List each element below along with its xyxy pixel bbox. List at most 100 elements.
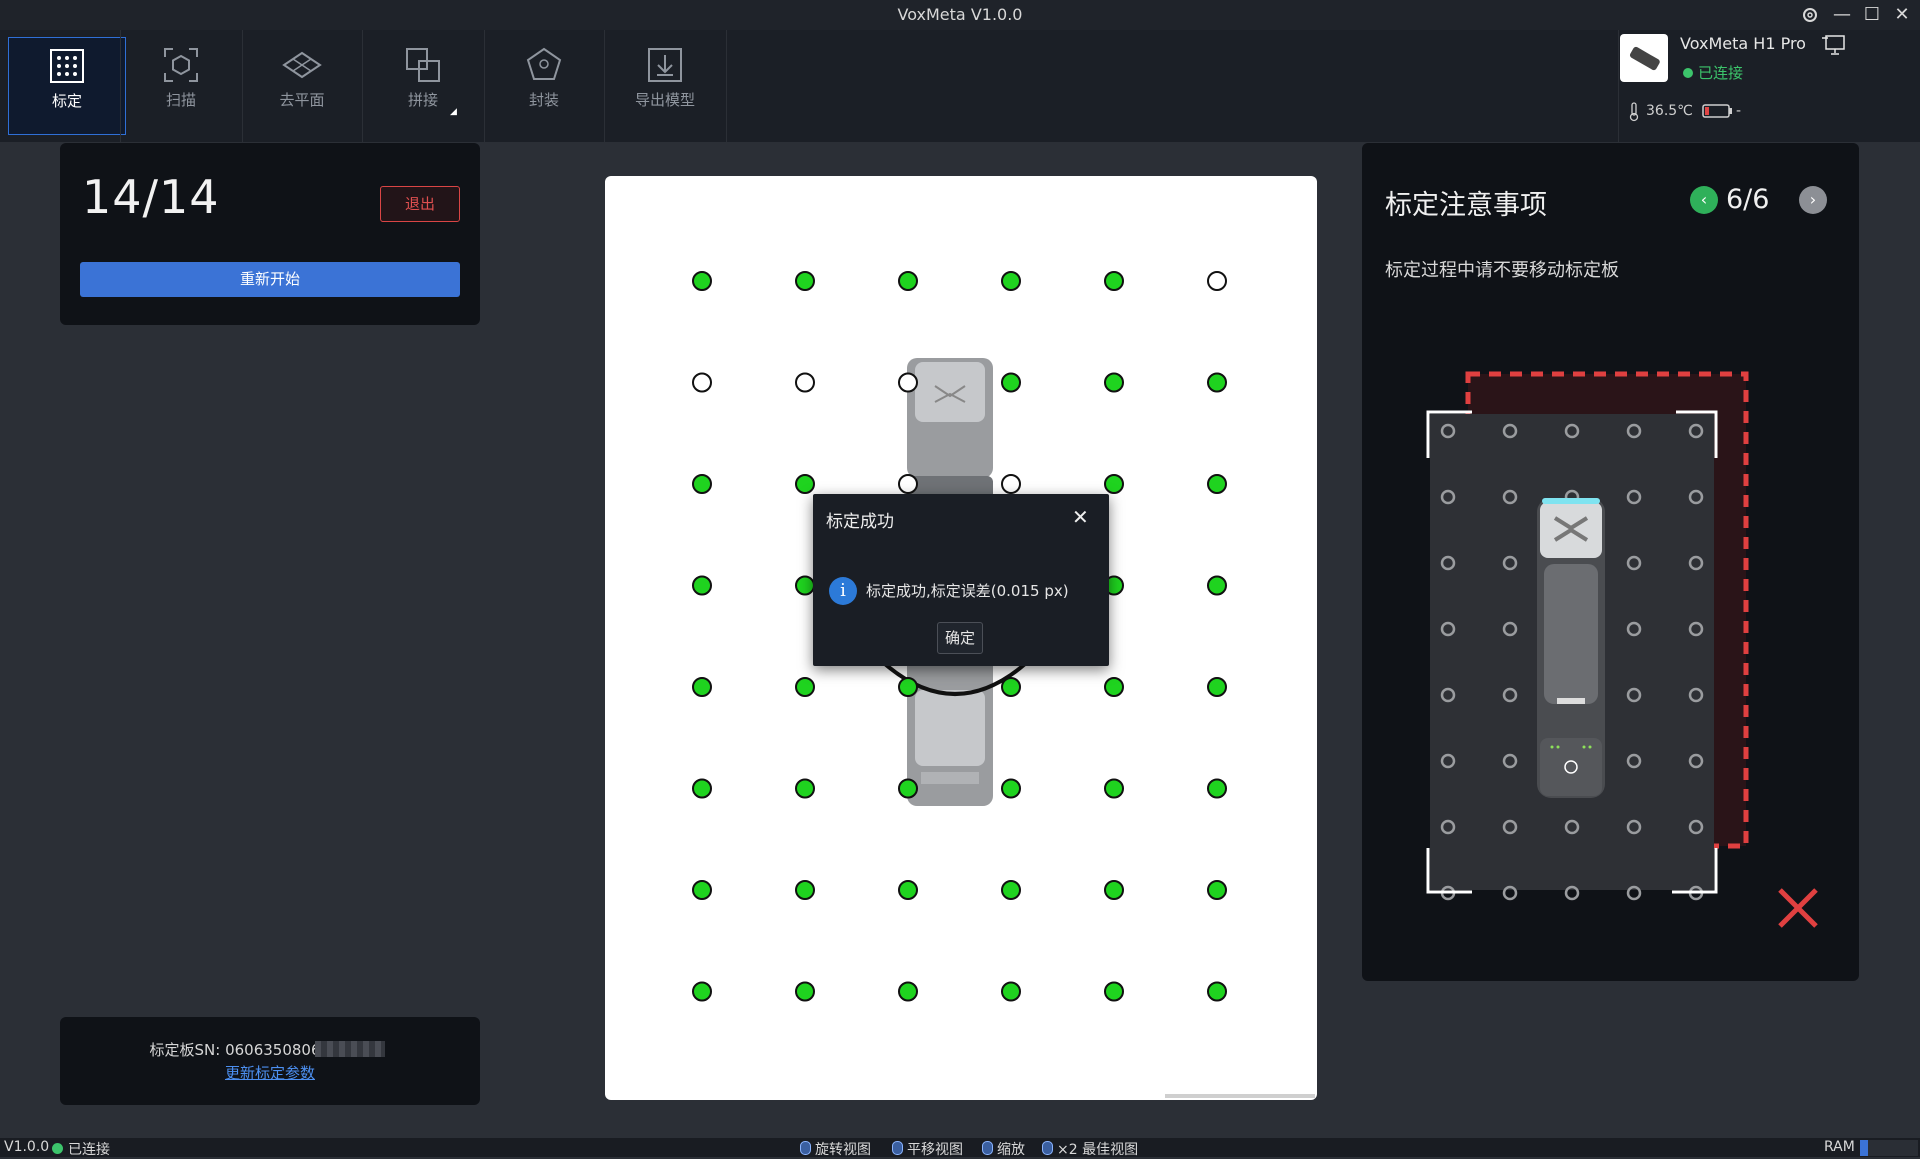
tool-remove-plane[interactable]: 去平面 bbox=[243, 37, 361, 135]
detected-dot bbox=[795, 575, 815, 596]
notes-prev-button[interactable]: ‹ bbox=[1690, 186, 1718, 214]
undetected-dot bbox=[692, 372, 712, 393]
minimize-icon[interactable]: — bbox=[1830, 3, 1854, 27]
export-icon bbox=[648, 48, 682, 82]
plane-icon bbox=[282, 51, 322, 79]
detected-dot bbox=[1207, 677, 1227, 697]
notes-next-button[interactable]: › bbox=[1799, 186, 1827, 214]
detected-dot bbox=[898, 880, 918, 900]
detected-dot bbox=[1207, 575, 1227, 596]
hint-zoom: 缩放 bbox=[982, 1139, 1025, 1159]
device-panel-divider bbox=[1618, 30, 1619, 142]
detected-dot bbox=[1001, 981, 1021, 1002]
device-battery: - bbox=[1736, 103, 1742, 119]
encapsulate-icon bbox=[526, 47, 562, 80]
settings-icon[interactable] bbox=[1798, 3, 1822, 27]
undetected-dot bbox=[898, 372, 918, 393]
detected-dot bbox=[1207, 880, 1227, 900]
update-calibration-link[interactable]: 更新标定参数 bbox=[60, 1062, 480, 1083]
detected-dot bbox=[1001, 778, 1021, 799]
detected-dot bbox=[898, 271, 918, 291]
status-connection: 已连接 bbox=[68, 1142, 110, 1158]
dialog-message: 标定成功,标定误差(0.015 px) bbox=[866, 582, 1069, 600]
detected-dot bbox=[1104, 474, 1124, 494]
sn-redaction-mask bbox=[315, 1041, 385, 1057]
detected-dot bbox=[795, 880, 815, 900]
detected-dot bbox=[692, 778, 712, 799]
detected-dot bbox=[1104, 778, 1124, 799]
detected-dot bbox=[1104, 677, 1124, 697]
tool-scan[interactable]: 扫描 bbox=[122, 37, 240, 135]
mouse-left-icon bbox=[800, 1141, 811, 1155]
detected-dot bbox=[692, 677, 712, 697]
detected-dot bbox=[692, 981, 712, 1002]
detected-dot bbox=[1104, 981, 1124, 1002]
detected-dot bbox=[795, 778, 815, 799]
detected-dot bbox=[1104, 372, 1124, 393]
toolbar-divider bbox=[362, 30, 363, 142]
hint-pan-label: 平移视图 bbox=[907, 1142, 963, 1158]
tool-stitch-label: 拼接 bbox=[407, 91, 438, 109]
dialog-close-icon[interactable]: ✕ bbox=[1072, 505, 1089, 529]
hint-pan: 平移视图 bbox=[892, 1139, 963, 1159]
tool-stitch[interactable]: 拼接 ◢ bbox=[364, 37, 482, 135]
detected-dot bbox=[795, 474, 815, 494]
maximize-icon[interactable]: ☐ bbox=[1860, 3, 1884, 27]
dialog-ok-button[interactable]: 确定 bbox=[937, 622, 983, 654]
tool-calibrate[interactable]: 标定 bbox=[8, 37, 126, 135]
toolbar-divider bbox=[120, 30, 121, 142]
stitch-icon bbox=[406, 48, 440, 82]
detected-dot bbox=[795, 981, 815, 1002]
hint-zoom-label: 缩放 bbox=[997, 1142, 1025, 1158]
toolbar-divider bbox=[604, 30, 605, 142]
chevron-left-icon: ‹ bbox=[1700, 190, 1708, 209]
dialog-title: 标定成功 bbox=[826, 512, 894, 532]
ram-usage-bar bbox=[1860, 1140, 1918, 1156]
detected-dot bbox=[795, 677, 815, 697]
detected-dot bbox=[1207, 372, 1227, 393]
chevron-right-icon: › bbox=[1809, 190, 1817, 209]
undetected-dot bbox=[1001, 474, 1021, 494]
detected-dot bbox=[692, 880, 712, 900]
notes-page-indicator: 6/6 bbox=[1726, 184, 1770, 215]
detected-dot bbox=[1207, 981, 1227, 1002]
notes-text: 标定过程中请不要移动标定板 bbox=[1385, 260, 1619, 281]
battery-icon bbox=[1702, 103, 1734, 123]
hint-rotate-label: 旋转视图 bbox=[815, 1142, 871, 1158]
scan-icon bbox=[164, 48, 198, 82]
status-version: V1.0.0 bbox=[4, 1139, 50, 1155]
board-sn-panel bbox=[60, 1017, 480, 1105]
detected-dot bbox=[1104, 880, 1124, 900]
board-scrollbar[interactable] bbox=[1165, 1094, 1315, 1098]
detected-dot bbox=[1001, 372, 1021, 393]
thermometer-icon bbox=[1628, 102, 1640, 126]
restart-button[interactable]: 重新开始 bbox=[80, 262, 460, 297]
dropdown-arrow-icon: ◢ bbox=[450, 107, 457, 117]
board-sn-value: 标定板SN: 0606350806 bbox=[149, 1041, 321, 1059]
exit-button[interactable]: 退出 bbox=[380, 186, 460, 222]
detected-dot bbox=[1207, 778, 1227, 799]
hint-best-view: ×2 最佳视图 bbox=[1042, 1139, 1138, 1159]
info-icon: i bbox=[829, 577, 857, 605]
detected-dot bbox=[898, 778, 918, 799]
tool-encapsulate[interactable]: 封装 bbox=[485, 37, 603, 135]
detected-dot bbox=[692, 575, 712, 596]
detected-dot bbox=[898, 677, 918, 697]
calibration-progress-count: 14/14 bbox=[82, 170, 220, 224]
status-connection-dot bbox=[52, 1143, 63, 1154]
tool-export-model[interactable]: 导出模型 bbox=[606, 37, 724, 135]
detected-dot bbox=[1001, 880, 1021, 900]
tool-remove-plane-label: 去平面 bbox=[279, 91, 325, 109]
device-connection-icon[interactable] bbox=[1820, 34, 1846, 60]
detected-dot bbox=[692, 474, 712, 494]
detected-dot bbox=[1207, 474, 1227, 494]
toolbar-divider bbox=[726, 30, 727, 142]
device-temperature: 36.5℃ bbox=[1646, 103, 1693, 119]
mouse-scroll-icon bbox=[982, 1141, 993, 1155]
close-window-icon[interactable]: ✕ bbox=[1890, 3, 1914, 27]
tool-encapsulate-label: 封装 bbox=[528, 91, 559, 109]
illustration-scanner bbox=[1537, 498, 1605, 798]
undetected-dot bbox=[795, 372, 815, 393]
ram-label: RAM bbox=[1824, 1139, 1855, 1155]
device-status: 已连接 bbox=[1698, 64, 1744, 82]
